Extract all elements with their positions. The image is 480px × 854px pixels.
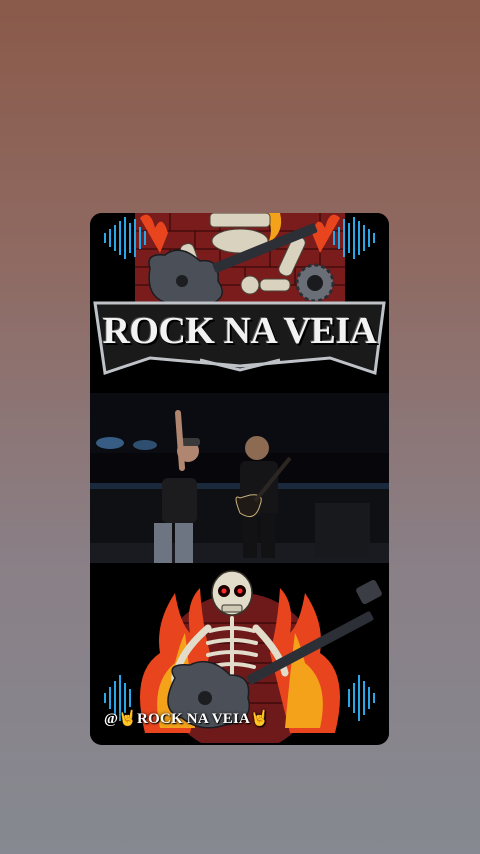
mention-at-symbol: @ [104, 711, 119, 727]
rock-hand-emoji-left: 🤘 [118, 711, 138, 727]
mention-name: ROCK NA VEIA [137, 711, 251, 727]
mention-sticker[interactable]: @🤘ROCK NA VEIA🤘 [104, 709, 269, 728]
logo-wordmark: ROCK NA VEIA [102, 310, 377, 352]
concert-video-frame[interactable] [90, 393, 389, 578]
rock-hand-emoji-right: 🤘 [250, 711, 269, 727]
story-card[interactable]: ROCK NA VEIA @🤘ROCK NA VEIA🤘 [90, 213, 389, 745]
